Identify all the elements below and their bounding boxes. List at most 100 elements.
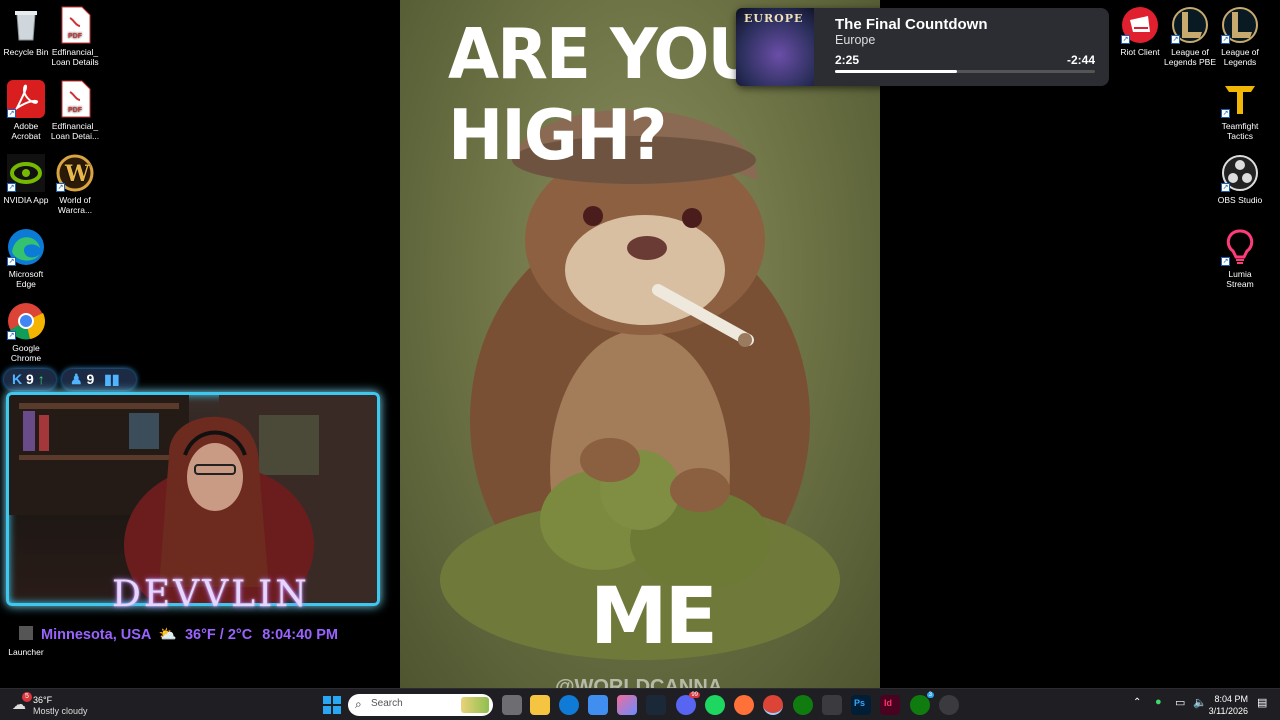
desktop-icon-label: NVIDIA App	[3, 195, 49, 205]
league-of-legends-icon: ↗	[1171, 6, 1209, 44]
desktop-icon-recycle-bin[interactable]: Recycle Bin	[0, 6, 52, 57]
taskbar-date: 3/11/2026	[1208, 706, 1248, 716]
chrome-icon: ↗	[7, 302, 46, 340]
weather-widget[interactable]: ☁ 5 36°F Mostly cloudy	[10, 692, 100, 718]
desktop-icon-label: Edfinancial_ Loan Details	[51, 47, 99, 67]
edge-icon: ↗	[7, 228, 45, 266]
chevron-up-icon[interactable]: ⌃	[1133, 697, 1141, 708]
volume-icon[interactable]: 🔈	[1193, 696, 1207, 709]
search-highlight-icon	[461, 697, 489, 713]
firefox-icon[interactable]	[734, 695, 754, 715]
desktop-icon-adobe-acrobat[interactable]: ↗ Adobe Acrobat	[0, 80, 52, 141]
streamer-name-logo: DEVVLIN	[112, 574, 310, 615]
desktop-icon-obs-studio[interactable]: ↗ OBS Studio	[1214, 154, 1266, 205]
desktop-icon-label: Microsoft Edge	[8, 269, 44, 289]
ps-text: Ps	[854, 698, 866, 708]
desktop-icon-lol[interactable]: ↗ League of Legends	[1214, 6, 1266, 67]
desktop-icon-label: Lumia Stream	[1226, 269, 1254, 289]
pdf-file-icon: PDF	[56, 6, 94, 44]
album-art: EUROPE	[736, 8, 814, 86]
svg-text:PDF: PDF	[68, 33, 83, 40]
discord-badge: 99	[689, 692, 700, 698]
chrome-taskbar-icon[interactable]	[763, 695, 783, 715]
desktop-icon-label: Adobe Acrobat	[11, 121, 41, 141]
taskbar-search[interactable]: ⌕ Search	[348, 694, 493, 716]
copilot-icon[interactable]	[617, 695, 637, 715]
microphone-icon[interactable]: ●	[1155, 696, 1162, 708]
snipping-tool-icon[interactable]	[822, 695, 842, 715]
desktop-icon-microsoft-edge[interactable]: ↗ Microsoft Edge	[0, 228, 52, 289]
meme-watermark: @WORLDCANNA	[555, 676, 723, 688]
start-button[interactable]	[322, 695, 342, 715]
desktop-icon-label: League of Legends PBE	[1164, 47, 1216, 67]
taskbar-time: 8:04 PM	[1214, 694, 1248, 704]
microsoft-store-icon[interactable]	[588, 695, 608, 715]
desktop-icon-label: Teamfight Tactics	[1221, 121, 1259, 141]
desktop-icon-nvidia-app[interactable]: ↗ NVIDIA App	[0, 154, 52, 205]
spotify-icon[interactable]	[705, 695, 725, 715]
search-placeholder: Search	[371, 698, 403, 709]
obs-taskbar-icon[interactable]	[939, 695, 959, 715]
desktop: Recycle Bin PDF Edfinancial_ Loan Detail…	[0, 0, 1280, 688]
desktop-icon-lumia-stream[interactable]: ↗ Lumia Stream	[1214, 228, 1266, 289]
desktop-icon-lol-pbe[interactable]: ↗ League of Legends PBE	[1164, 6, 1216, 67]
remaining-time: -2:44	[1066, 53, 1095, 67]
temperature-text: 36°F / 2°C	[184, 627, 253, 643]
progress-bar[interactable]	[835, 70, 1095, 73]
desktop-icon-label: Edfinancial_ Loan Detai...	[50, 121, 100, 141]
partly-cloudy-icon: ⛅	[158, 627, 177, 643]
desktop-icon-label: World of Warcra...	[57, 195, 93, 215]
obs-studio-icon: ↗	[1221, 154, 1259, 192]
elapsed-time: 2:25	[835, 53, 860, 67]
pdf-file-icon: PDF	[56, 80, 94, 118]
recycle-bin-icon	[7, 6, 45, 44]
k-icon: K	[12, 371, 23, 387]
task-view-icon[interactable]	[502, 695, 522, 715]
discord-icon[interactable]: 99	[676, 692, 700, 715]
taskbar: ☁ 5 36°F Mostly cloudy ⌕ Search 99 Ps Id…	[0, 688, 1280, 720]
arrow-up-icon: ↑	[37, 371, 45, 387]
progress-fill	[835, 70, 958, 73]
adobe-acrobat-icon: ↗	[7, 80, 45, 118]
search-icon: ⌕	[355, 697, 362, 711]
desktop-icon-edfinancial-2[interactable]: PDF Edfinancial_ Loan Detai...	[49, 80, 101, 141]
file-explorer-icon[interactable]	[530, 695, 550, 715]
location-weather-clock: Minnesota, USA ⛅ 36°F / 2°C 8:04:40 PM	[41, 626, 338, 643]
launcher-icon	[7, 606, 45, 644]
desktop-icon-label: Launcher	[8, 647, 44, 657]
taskbar-clock[interactable]: 8:04 PM 3/11/2026	[1209, 693, 1248, 717]
user-icon: ♟	[70, 371, 83, 387]
svg-text:PDF: PDF	[68, 107, 83, 114]
photoshop-icon[interactable]: Ps	[851, 695, 871, 715]
teamfight-tactics-icon: ↗	[1221, 80, 1259, 118]
xbox-icon[interactable]	[793, 695, 813, 715]
network-icon[interactable]: ▭	[1175, 696, 1185, 709]
windows-icon	[323, 696, 341, 714]
desktop-icon-label: OBS Studio	[1217, 195, 1263, 205]
desktop-icon-teamfight-tactics[interactable]: ↗ Teamfight Tactics	[1214, 80, 1266, 141]
xbox-app-icon[interactable]: 3	[910, 692, 934, 715]
svg-text:W: W	[64, 161, 90, 187]
steam-icon[interactable]	[646, 695, 666, 715]
desktop-icon-edfinancial-1[interactable]: PDF Edfinancial_ Loan Details	[49, 6, 101, 67]
overlay-stat-kills: K 9 ↑	[4, 369, 56, 390]
now-playing-widget[interactable]: EUROPE The Final Countdown Europe 2:25 -…	[736, 8, 1109, 86]
location-text: Minnesota, USA	[41, 627, 151, 643]
desktop-icon-riot-client[interactable]: ↗ Riot Client	[1114, 6, 1166, 57]
weather-condition: Mostly cloudy	[33, 706, 88, 716]
indesign-icon[interactable]: Id	[880, 695, 900, 715]
notification-icon[interactable]: ▤	[1257, 696, 1267, 709]
bars-icon: ▮▮	[104, 371, 120, 387]
desktop-icon-google-chrome[interactable]: ↗ Google Chrome	[0, 302, 52, 363]
desktop-icon-label: Riot Client	[1120, 47, 1160, 57]
webcam-scene	[9, 395, 377, 603]
lumia-stream-icon: ↗	[1221, 228, 1259, 266]
riot-client-icon: ↗	[1121, 6, 1159, 44]
meme-image: ARE YOU HIGH? ME @WORLDCANNA	[400, 0, 880, 688]
stat-value: 9	[86, 371, 95, 387]
edge-taskbar-icon[interactable]	[559, 695, 579, 715]
desktop-icon-world-of-warcraft[interactable]: W ↗ World of Warcra...	[49, 154, 101, 215]
desktop-icon-label: League of Legends	[1221, 47, 1259, 67]
weather-temp: 36°F	[33, 695, 53, 705]
league-of-legends-icon: ↗	[1221, 6, 1259, 44]
